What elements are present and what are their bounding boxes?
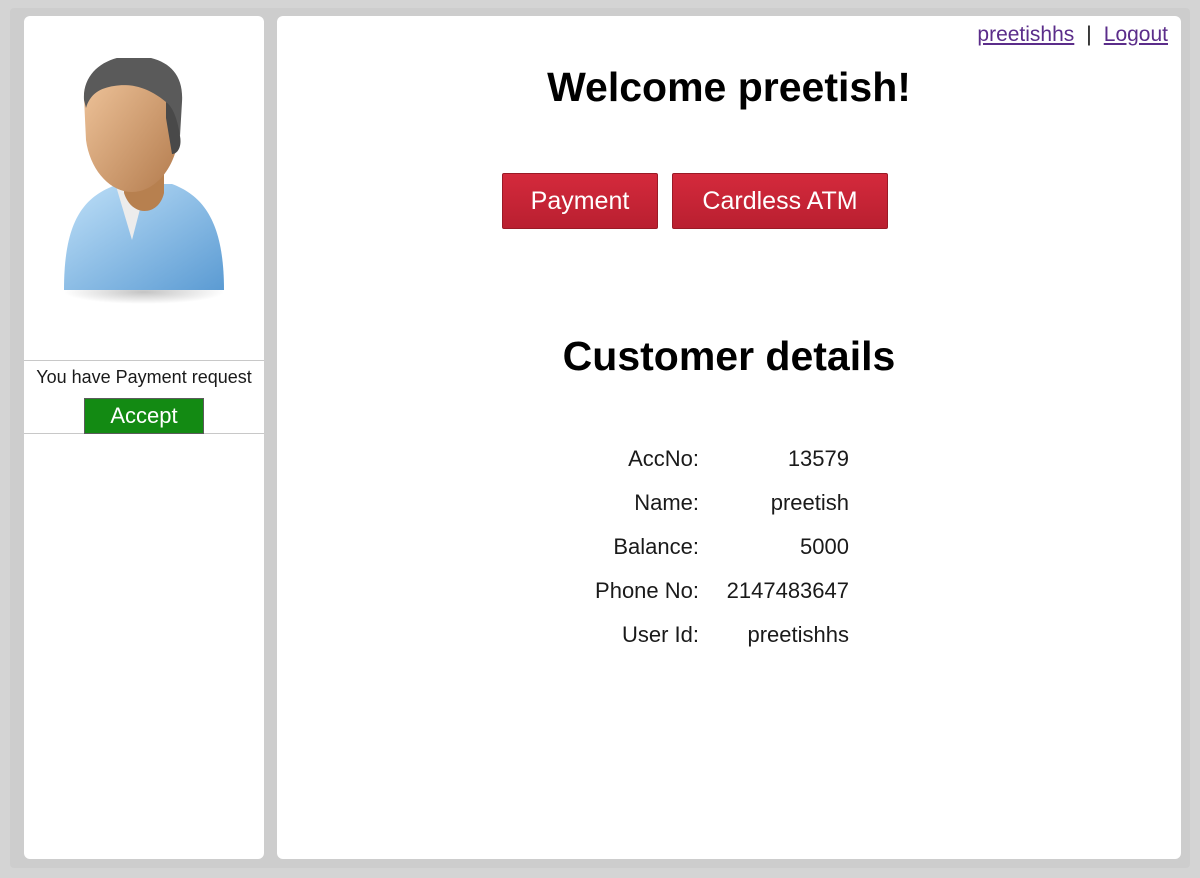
action-buttons: Payment Cardless ATM [502,173,902,229]
detail-value: preetishhs [747,622,849,647]
customer-details-heading: Customer details [562,333,896,379]
payment-request-text: You have Payment request [36,367,252,387]
detail-label: AccNo: [628,446,699,471]
cardless-atm-button[interactable]: Cardless ATM [672,173,888,229]
link-separator: | [1086,23,1092,46]
logout-link[interactable]: Logout [1104,23,1168,46]
main-panel: preetishhs | Logout Welcome preetish! Paym… [277,16,1181,859]
welcome-heading: Welcome preetish! [547,64,911,110]
detail-row-phone: Phone No: 2147483647 [579,569,849,613]
detail-row-userid: User Id: preetishhs [579,613,849,657]
detail-label: Phone No: [595,578,699,603]
detail-row-balance: Balance: 5000 [579,525,849,569]
customer-details-table: AccNo: 13579 Name: preetish Balance: 500… [579,437,849,657]
detail-value: preetish [770,490,849,515]
accept-button[interactable]: Accept [84,398,204,434]
detail-row-accno: AccNo: 13579 [579,437,849,481]
detail-label: User Id: [621,622,699,647]
detail-label: Balance: [613,534,699,559]
detail-value: 5000 [800,534,849,559]
sidebar: You have Payment request Accept [24,16,264,859]
detail-value: 13579 [787,446,849,471]
user-avatar-icon [64,58,224,304]
payment-request-box: You have Payment request Accept [24,360,264,434]
avatar [24,16,264,360]
detail-label: Name: [634,490,699,515]
detail-value: 2147483647 [726,578,849,603]
user-profile-link[interactable]: preetishhs [977,23,1074,46]
payment-button[interactable]: Payment [502,173,658,229]
detail-row-name: Name: preetish [579,481,849,525]
top-links: preetishhs | Logout [977,23,1168,47]
